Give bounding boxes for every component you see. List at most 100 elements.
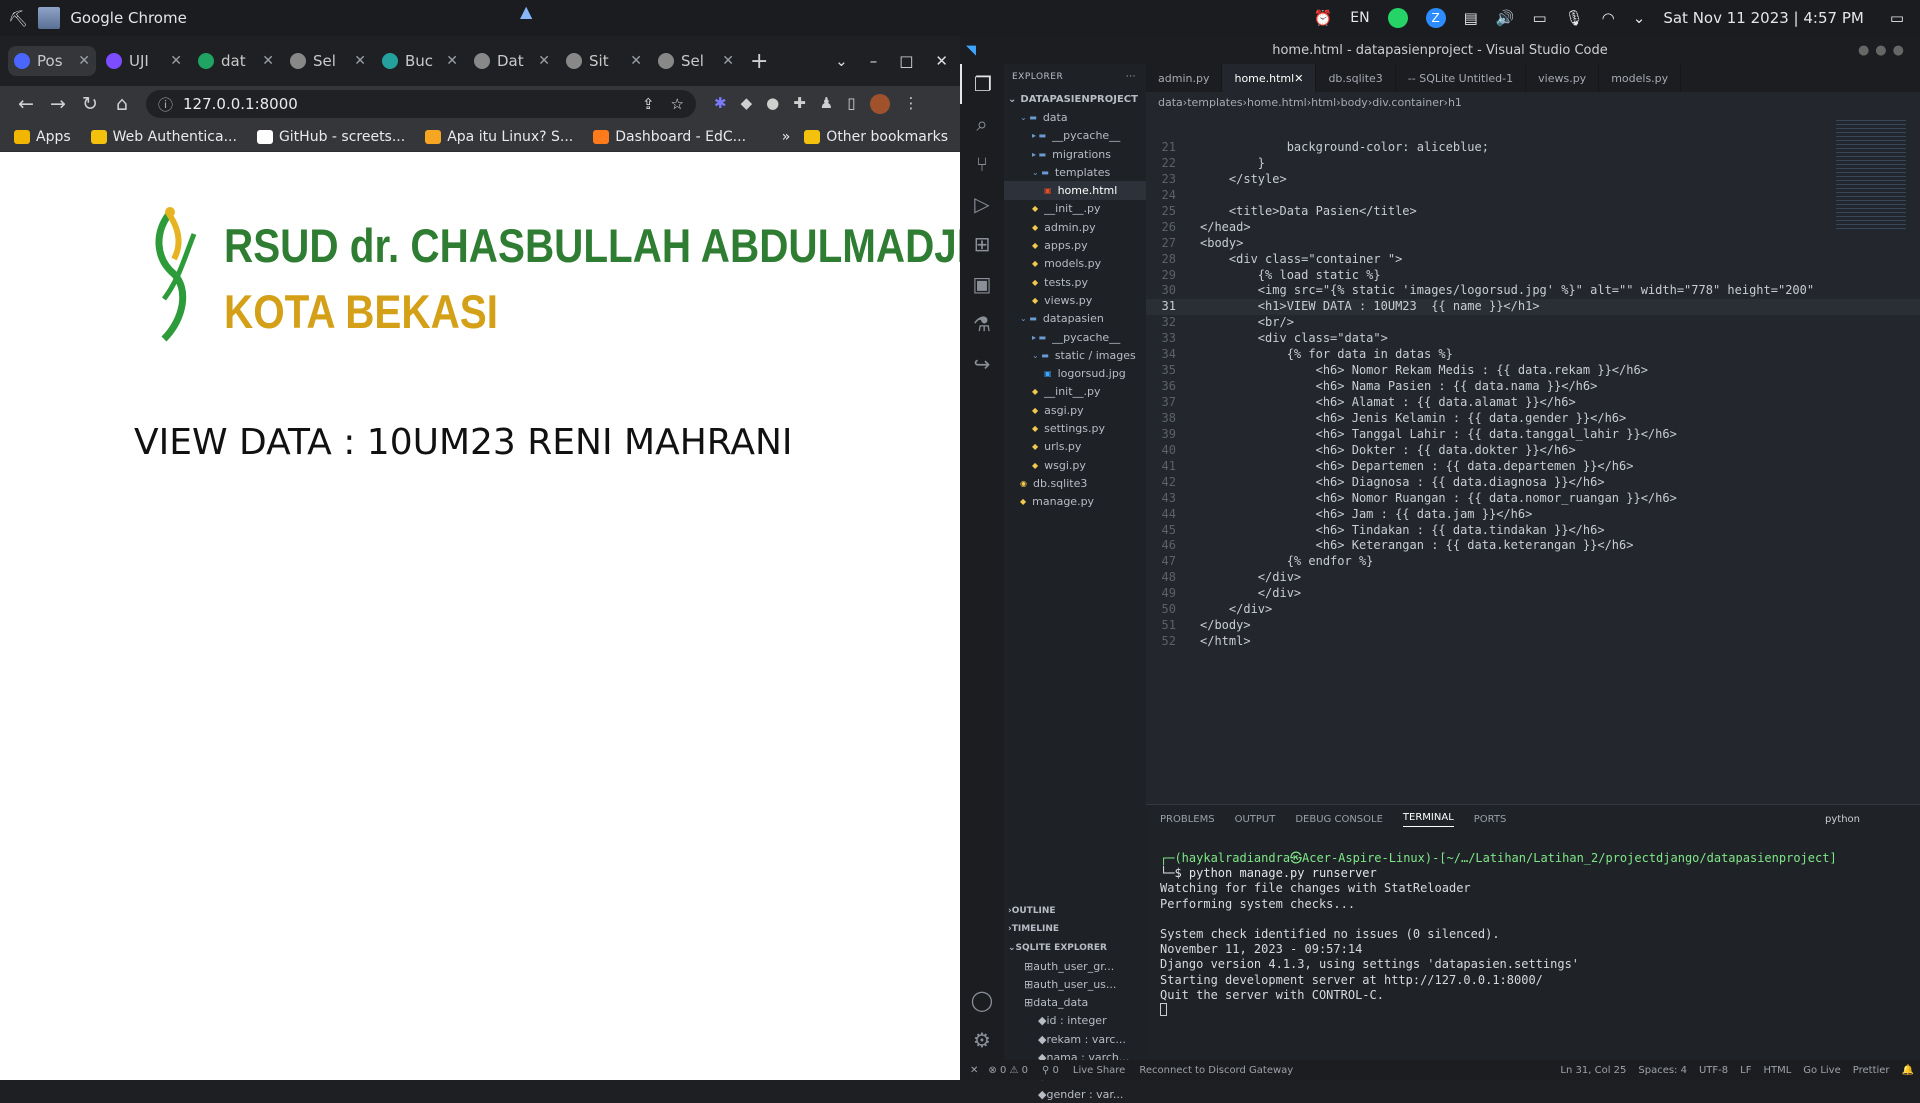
breadcrumb-item[interactable]: body [1341, 96, 1368, 109]
address-bar[interactable]: ⓘ 127.0.0.1:8000 ⇪ ☆ [146, 90, 696, 118]
avatar[interactable] [869, 94, 890, 114]
other-bookmarks[interactable]: Other bookmarks [804, 129, 948, 145]
run-debug-icon[interactable]: ▷ [960, 184, 1004, 224]
alarm-icon[interactable]: ⏰ [1314, 9, 1333, 27]
new-tab-button[interactable]: + [750, 49, 768, 74]
file-tree-item[interactable]: ◆ asgi.py [1004, 401, 1146, 419]
status-item[interactable]: Go Live [1803, 1065, 1840, 1076]
tab-search-icon[interactable]: ⌄ [835, 52, 848, 70]
file-tree-item[interactable]: ◆ tests.py [1004, 273, 1146, 291]
reload-button[interactable]: ↻ [74, 93, 106, 115]
mic-icon[interactable]: 🎙 [1565, 9, 1584, 27]
extensions-icon[interactable]: ⊞ [960, 224, 1004, 264]
browser-tab[interactable]: UJI ✕ [100, 46, 188, 76]
browser-tab[interactable]: Buc ✕ [376, 46, 464, 76]
sqlite-item[interactable]: ⊞ data_data [1004, 993, 1146, 1011]
bookmark-item[interactable]: Apps [14, 129, 71, 145]
minimize-button[interactable]: – [870, 52, 878, 70]
editor-tab[interactable]: -- SQLite Untitled-1 [1396, 64, 1527, 92]
sidebar-section[interactable]: ⌄ SQLITE EXPLORER [1004, 939, 1146, 957]
sqlite-item[interactable]: ◆ rekam : varc... [1004, 1030, 1146, 1048]
file-tree-item[interactable]: ▸ ▬ __pycache__ [1004, 328, 1146, 346]
panel-tab[interactable]: DEBUG CONSOLE [1295, 814, 1383, 825]
browser-tab[interactable]: Sit ✕ [560, 46, 648, 76]
bookmarks-overflow-icon[interactable]: » [782, 129, 791, 145]
volume-icon[interactable]: 🔊 [1496, 9, 1515, 27]
extension-icon[interactable]: ◆ [741, 94, 753, 114]
terminal-output[interactable]: ┌─(haykalradiandra㉿Acer-Aspire-Linux)-[~… [1146, 833, 1920, 1016]
menu-icon[interactable]: ⋮ [904, 94, 919, 114]
file-tree-item[interactable]: ◆ apps.py [1004, 236, 1146, 254]
file-tree-item[interactable]: ⌄ ▬ static / images [1004, 346, 1146, 364]
notifications-icon[interactable]: 🔔 [1902, 1065, 1914, 1076]
file-tree-item[interactable]: ⌄ ▬ datapasien [1004, 310, 1146, 328]
status-item[interactable]: Prettier [1853, 1065, 1890, 1076]
browser-tab[interactable]: Pos ✕ [8, 46, 96, 76]
breadcrumb-item[interactable]: templates [1187, 96, 1242, 109]
file-tree-item[interactable]: ◆ manage.py [1004, 493, 1146, 511]
status-item[interactable]: Live Share [1073, 1065, 1125, 1076]
tab-close-icon[interactable]: ✕ [354, 53, 366, 69]
file-tree-item[interactable]: ◆ views.py [1004, 291, 1146, 309]
remote-explorer-icon[interactable]: ▣ [960, 264, 1004, 304]
file-tree-item[interactable]: ▣ logorsud.jpg [1004, 364, 1146, 382]
status-item[interactable]: ⊗ 0 ⚠ 0 [988, 1065, 1028, 1076]
file-tree-item[interactable]: ◆ settings.py [1004, 419, 1146, 437]
breadcrumb-item[interactable]: data [1158, 96, 1183, 109]
code-view[interactable]: 21 background-color: aliceblue; 22 } 23 </… [1146, 140, 1920, 650]
desktop-icon[interactable]: ▭ [1890, 9, 1904, 27]
extension-icon[interactable]: ✱ [714, 94, 727, 114]
testing-icon[interactable]: ⚗ [960, 304, 1004, 344]
browser-tab[interactable]: Dat ✕ [468, 46, 556, 76]
settings-gear-icon[interactable]: ⚙ [960, 1020, 1004, 1060]
explorer-icon[interactable]: ❐ [960, 64, 1004, 104]
battery-icon[interactable]: ▭ [1532, 9, 1546, 27]
share-icon[interactable]: ⇪ [642, 95, 655, 113]
back-button[interactable]: ← [10, 93, 42, 115]
site-info-icon[interactable]: ⓘ [158, 94, 173, 115]
extension-icon[interactable]: ● [766, 94, 779, 114]
status-item[interactable]: HTML [1763, 1065, 1791, 1076]
editor-tab[interactable]: home.html ✕ [1222, 64, 1317, 92]
panel-tab[interactable]: TERMINAL [1402, 812, 1454, 827]
status-item[interactable]: Reconnect to Discord Gateway [1139, 1065, 1293, 1076]
whatsapp-icon[interactable] [1387, 8, 1408, 28]
zoom-icon[interactable]: Z [1425, 8, 1446, 28]
language-indicator[interactable]: EN [1350, 10, 1369, 26]
live-share-icon[interactable]: ↪ [960, 344, 1004, 384]
sqlite-item[interactable]: ◆ id : integer [1004, 1012, 1146, 1030]
file-tree-item[interactable]: ◆ models.py [1004, 255, 1146, 273]
editor-tab[interactable]: db.sqlite3 [1316, 64, 1396, 92]
side-panel-icon[interactable]: ▯ [847, 94, 855, 114]
remote-icon[interactable]: ✕ [960, 1065, 988, 1076]
tab-close-icon[interactable]: ✕ [1294, 72, 1303, 85]
source-control-icon[interactable]: ⑂ [960, 144, 1004, 184]
more-actions-icon[interactable]: ··· [1126, 72, 1136, 82]
extension-icon[interactable]: ♟ [820, 94, 833, 114]
file-tree-item[interactable]: ▣ home.html [1004, 181, 1146, 200]
url-text[interactable]: 127.0.0.1:8000 [183, 95, 298, 113]
tab-close-icon[interactable]: ✕ [722, 53, 734, 69]
clipboard-icon[interactable]: ▤ [1464, 9, 1478, 27]
tab-close-icon[interactable]: ✕ [446, 53, 458, 69]
forward-button[interactable]: → [42, 93, 74, 115]
breadcrumb-item[interactable]: html [1311, 96, 1336, 109]
file-tree-item[interactable]: ⌄ ▬ templates [1004, 163, 1146, 181]
browser-tab[interactable]: Sel ✕ [284, 46, 372, 76]
sqlite-item[interactable]: ⊞ auth_user_us... [1004, 975, 1146, 993]
file-tree-item[interactable]: ◆ urls.py [1004, 438, 1146, 456]
breadcrumb-item[interactable]: home.html [1247, 96, 1307, 109]
bookmark-star-icon[interactable]: ☆ [671, 95, 684, 113]
terminal-shell-label[interactable]: python [1825, 814, 1860, 825]
status-item[interactable]: LF [1740, 1065, 1751, 1076]
window-buttons[interactable]: ●●● [1858, 43, 1910, 58]
accounts-icon[interactable]: ◯ [960, 980, 1004, 1020]
bookmark-item[interactable]: Web Authentica... [90, 129, 237, 145]
status-item[interactable]: UTF-8 [1699, 1065, 1728, 1076]
tab-close-icon[interactable]: ✕ [630, 53, 642, 69]
browser-tab[interactable]: Sel ✕ [652, 46, 740, 76]
panel-tab[interactable]: OUTPUT [1235, 814, 1276, 825]
status-item[interactable]: Spaces: 4 [1638, 1065, 1687, 1076]
browser-tab[interactable]: dat ✕ [192, 46, 280, 76]
file-tree-item[interactable]: ▸ ▬ migrations [1004, 145, 1146, 163]
